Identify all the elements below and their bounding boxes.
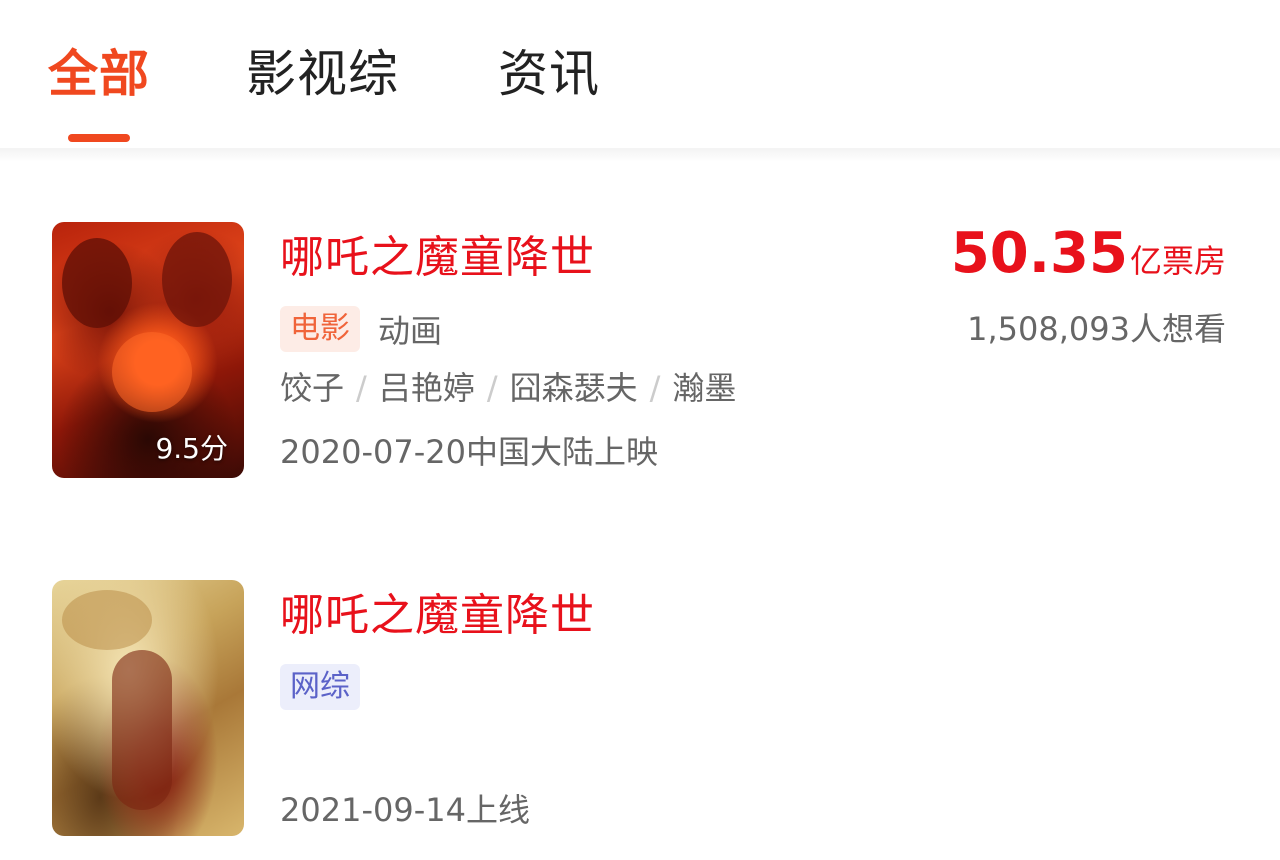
cast-list: 饺子 / 吕艳婷 / 囧森瑟夫 / 瀚墨: [280, 366, 736, 410]
cast-member: 饺子: [280, 369, 345, 407]
box-office-unit: 亿票房: [1129, 242, 1226, 280]
box-office: 50.35亿票房: [951, 222, 1226, 286]
poster-figure-left: [62, 238, 132, 328]
tab-news[interactable]: 资讯: [498, 44, 600, 104]
result-card-movie[interactable]: 9.5分 哪吒之魔童降世 电影 动画 饺子 / 吕艳婷 / 囧森瑟夫 / 瀚墨 2020-0…: [0, 222, 1280, 480]
result-title[interactable]: 哪吒之魔童降世: [280, 230, 595, 286]
cast-separator: /: [486, 369, 498, 407]
rating-score: 9.5分: [155, 432, 228, 465]
type-badge: 电影: [280, 306, 360, 352]
genre-label: 动画: [378, 312, 443, 350]
tab-film-tv-variety[interactable]: 影视综: [246, 44, 399, 104]
result-card-variety[interactable]: 哪吒之魔童降世 网综 2021-09-14上线: [0, 580, 1280, 838]
box-office-value: 50.35: [950, 221, 1128, 286]
poster-background-swirl: [62, 590, 152, 650]
show-poster[interactable]: [52, 580, 244, 836]
want-to-see-count: 1,508,093人想看: [967, 310, 1226, 348]
tab-all[interactable]: 全部: [48, 44, 150, 104]
poster-glow: [112, 332, 192, 412]
tag-row: 电影 动画: [280, 306, 442, 352]
cast-member: 囧森瑟夫: [509, 369, 638, 407]
release-date: 2021-09-14上线: [280, 791, 530, 829]
type-badge: 网综: [280, 664, 360, 710]
cast-member: 吕艳婷: [378, 369, 475, 407]
category-tabs: 全部 影视综 资讯: [0, 0, 1280, 148]
tag-row: 网综: [280, 664, 360, 710]
cast-separator: /: [649, 369, 661, 407]
release-date: 2020-07-20中国大陆上映: [280, 433, 658, 471]
cast-separator: /: [356, 369, 367, 407]
poster-figure: [112, 650, 172, 810]
poster-figure-right: [162, 232, 232, 327]
result-title[interactable]: 哪吒之魔童降世: [280, 588, 595, 644]
search-results-page: 全部 影视综 资讯 9.5分 哪吒之魔童降世 电影 动画 饺子 / 吕艳婷 / 囧森瑟夫…: [0, 0, 1280, 860]
active-tab-indicator: [68, 134, 130, 142]
cast-member: 瀚墨: [672, 369, 737, 407]
movie-poster[interactable]: 9.5分: [52, 222, 244, 478]
section-divider: [0, 148, 1280, 162]
